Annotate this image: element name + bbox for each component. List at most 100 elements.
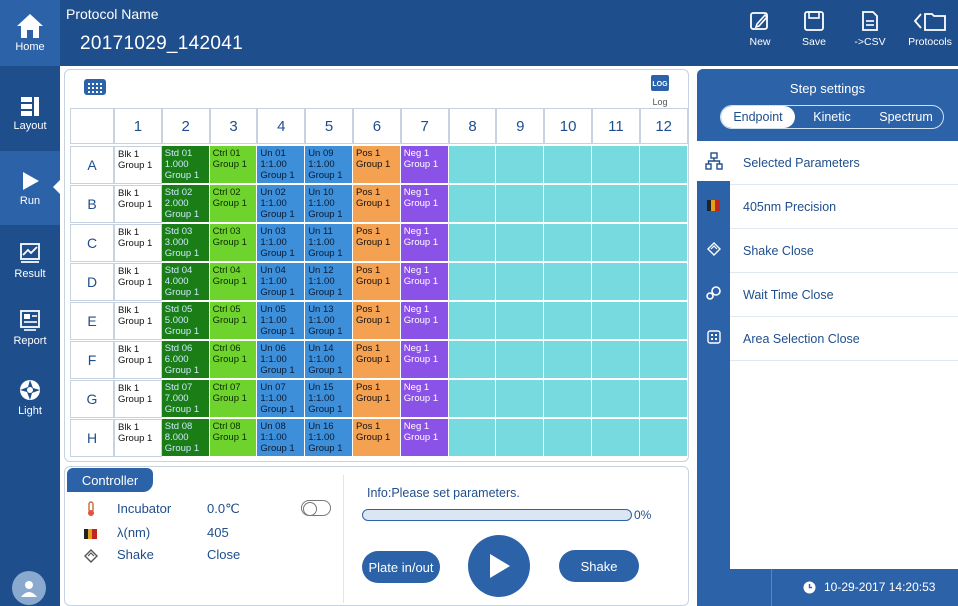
shake-button[interactable]: Shake: [559, 550, 639, 582]
well-empty[interactable]: [496, 263, 545, 301]
plate-column-header[interactable]: 5: [305, 108, 353, 144]
well-un[interactable]: Un 08 1:1.00 Group 1: [257, 419, 306, 457]
area-selection-icon[interactable]: [697, 317, 730, 357]
well-pos[interactable]: Pos 1 Group 1: [353, 263, 401, 301]
well-empty[interactable]: [544, 380, 592, 418]
incubator-toggle[interactable]: [301, 500, 331, 516]
well-empty[interactable]: [592, 224, 640, 262]
well-un[interactable]: Un 16 1:1.00 Group 1: [305, 419, 353, 457]
param-selected-parameters[interactable]: Selected Parameters: [730, 141, 958, 185]
well-neg[interactable]: Neg 1 Group 1: [400, 419, 449, 457]
well-empty[interactable]: [592, 302, 640, 340]
start-run-button[interactable]: [468, 535, 530, 597]
shake-icon[interactable]: [697, 229, 730, 269]
well-empty[interactable]: [592, 419, 640, 457]
plate-column-header[interactable]: 12: [639, 108, 688, 144]
well-ctrl[interactable]: Ctrl 08 Group 1: [209, 419, 258, 457]
well-blank[interactable]: Blk 1 Group 1: [114, 419, 162, 457]
well-neg[interactable]: Neg 1 Group 1: [400, 146, 449, 184]
save-button[interactable]: Save: [789, 10, 839, 62]
well-ctrl[interactable]: Ctrl 03 Group 1: [209, 224, 258, 262]
well-pos[interactable]: Pos 1 Group 1: [353, 185, 401, 223]
well-blank[interactable]: Blk 1 Group 1: [114, 263, 162, 301]
well-empty[interactable]: [496, 185, 545, 223]
well-empty[interactable]: [448, 380, 497, 418]
well-empty[interactable]: [544, 263, 592, 301]
plate-row-header[interactable]: G: [70, 380, 114, 418]
well-std[interactable]: Std 07 7.000 Group 1: [161, 380, 210, 418]
well-empty[interactable]: [592, 146, 640, 184]
well-ctrl[interactable]: Ctrl 06 Group 1: [209, 341, 258, 379]
plate-in-out-button[interactable]: Plate in/out: [362, 551, 440, 583]
param-area-selection[interactable]: Area Selection Close: [730, 317, 958, 361]
well-neg[interactable]: Neg 1 Group 1: [400, 380, 449, 418]
export-csv-button[interactable]: ->CSV: [845, 10, 895, 62]
parameters-tree-icon[interactable]: [697, 141, 730, 181]
well-blank[interactable]: Blk 1 Group 1: [114, 341, 162, 379]
well-std[interactable]: Std 06 6.000 Group 1: [161, 341, 210, 379]
well-empty[interactable]: [639, 341, 688, 379]
well-empty[interactable]: [448, 185, 497, 223]
well-empty[interactable]: [639, 380, 688, 418]
well-un[interactable]: Un 13 1:1.00 Group 1: [305, 302, 353, 340]
well-blank[interactable]: Blk 1 Group 1: [114, 302, 162, 340]
well-empty[interactable]: [448, 224, 497, 262]
plate-column-header[interactable]: 3: [209, 108, 258, 144]
well-pos[interactable]: Pos 1 Group 1: [353, 302, 401, 340]
new-button[interactable]: New: [735, 10, 785, 62]
well-neg[interactable]: Neg 1 Group 1: [400, 224, 449, 262]
well-empty[interactable]: [544, 341, 592, 379]
well-empty[interactable]: [496, 146, 545, 184]
well-std[interactable]: Std 08 8.000 Group 1: [161, 419, 210, 457]
mode-kinetic[interactable]: Kinetic: [795, 106, 869, 128]
well-empty[interactable]: [496, 380, 545, 418]
well-neg[interactable]: Neg 1 Group 1: [400, 302, 449, 340]
plate-layout-icon[interactable]: [84, 79, 106, 95]
well-std[interactable]: Std 01 1.000 Group 1: [161, 146, 210, 184]
log-button[interactable]: LOG Log: [648, 74, 672, 107]
well-un[interactable]: Un 04 1:1.00 Group 1: [257, 263, 306, 301]
plate-row-header[interactable]: C: [70, 224, 114, 262]
protocols-button[interactable]: Protocols: [902, 10, 958, 62]
well-blank[interactable]: Blk 1 Group 1: [114, 380, 162, 418]
controller-tab[interactable]: Controller: [67, 468, 153, 492]
well-ctrl[interactable]: Ctrl 01 Group 1: [209, 146, 258, 184]
well-un[interactable]: Un 01 1:1.00 Group 1: [257, 146, 306, 184]
well-empty[interactable]: [544, 302, 592, 340]
sidebar-item-report[interactable]: Report: [0, 290, 60, 364]
plate-row-header[interactable]: F: [70, 341, 114, 379]
well-un[interactable]: Un 03 1:1.00 Group 1: [257, 224, 306, 262]
well-un[interactable]: Un 14 1:1.00 Group 1: [305, 341, 353, 379]
well-empty[interactable]: [639, 302, 688, 340]
well-empty[interactable]: [496, 224, 545, 262]
well-un[interactable]: Un 06 1:1.00 Group 1: [257, 341, 306, 379]
wavelength-icon[interactable]: [697, 185, 730, 225]
well-pos[interactable]: Pos 1 Group 1: [353, 146, 401, 184]
plate-column-header[interactable]: 1: [114, 108, 162, 144]
well-un[interactable]: Un 11 1:1.00 Group 1: [305, 224, 353, 262]
well-un[interactable]: Un 10 1:1.00 Group 1: [305, 185, 353, 223]
plate-column-header[interactable]: 6: [353, 108, 401, 144]
plate-row-header[interactable]: A: [70, 146, 114, 184]
well-blank[interactable]: Blk 1 Group 1: [114, 185, 162, 223]
sidebar-item-layout[interactable]: Layout: [0, 76, 60, 150]
well-empty[interactable]: [592, 185, 640, 223]
well-blank[interactable]: Blk 1 Group 1: [114, 224, 162, 262]
well-std[interactable]: Std 04 4.000 Group 1: [161, 263, 210, 301]
well-empty[interactable]: [448, 146, 497, 184]
plate-column-header[interactable]: 11: [592, 108, 640, 144]
well-pos[interactable]: Pos 1 Group 1: [353, 341, 401, 379]
param-shake[interactable]: Shake Close: [730, 229, 958, 273]
well-empty[interactable]: [448, 341, 497, 379]
well-pos[interactable]: Pos 1 Group 1: [353, 419, 401, 457]
plate-column-header[interactable]: 10: [544, 108, 592, 144]
well-neg[interactable]: Neg 1 Group 1: [400, 185, 449, 223]
sidebar-item-light[interactable]: Light: [0, 360, 60, 434]
well-empty[interactable]: [592, 380, 640, 418]
well-ctrl[interactable]: Ctrl 05 Group 1: [209, 302, 258, 340]
well-pos[interactable]: Pos 1 Group 1: [353, 224, 401, 262]
plate-row-header[interactable]: B: [70, 185, 114, 223]
well-un[interactable]: Un 02 1:1.00 Group 1: [257, 185, 306, 223]
well-empty[interactable]: [544, 185, 592, 223]
plate-column-header[interactable]: 8: [448, 108, 497, 144]
